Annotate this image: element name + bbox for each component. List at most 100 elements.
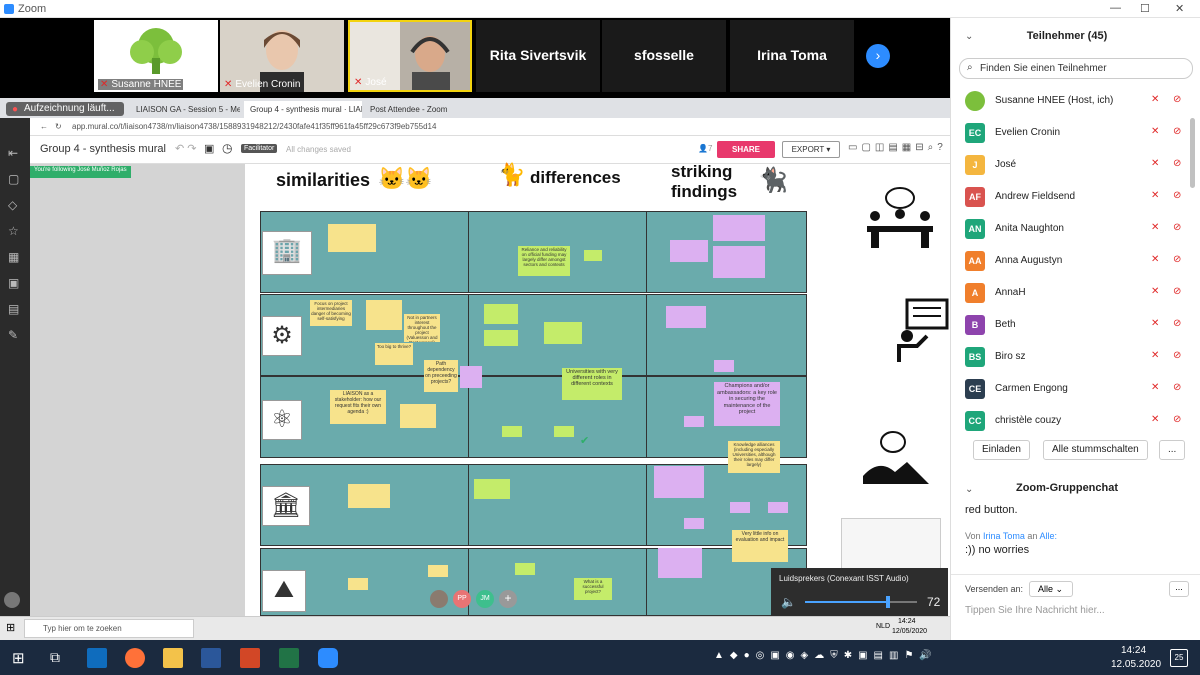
avatar[interactable]: PP — [453, 590, 471, 608]
video-off-icon[interactable]: ⊘ — [1173, 158, 1181, 169]
outlook-icon[interactable] — [87, 648, 107, 668]
board-row[interactable] — [260, 548, 807, 616]
sticky-note[interactable]: Not in partners interest throughout the … — [404, 314, 440, 342]
video-tile[interactable]: ✕ Evelien Cronin — [220, 20, 344, 92]
avatar[interactable] — [430, 590, 448, 608]
speaker-icon[interactable]: 🔈 — [781, 595, 796, 609]
participant-item[interactable]: EC Evelien Cronin ✕ ⊘ — [951, 117, 1191, 149]
video-tile-active[interactable]: ✕ José — [348, 20, 472, 92]
video-tile[interactable]: ✕ Susanne HNEE — [94, 20, 218, 92]
chat-input[interactable]: Tippen Sie Ihre Nachricht hier... — [965, 605, 1105, 616]
video-off-icon[interactable]: ⊘ — [1173, 350, 1181, 361]
sticky-note-icon[interactable]: ▢ — [8, 172, 22, 186]
participant-item[interactable]: AF Andrew Fieldsend ✕ ⊘ — [951, 181, 1191, 213]
participant-item[interactable]: AA Anna Augustyn ✕ ⊘ — [951, 245, 1191, 277]
sticky-note[interactable] — [484, 304, 518, 324]
sticky-note[interactable] — [713, 215, 765, 241]
mural-board-right[interactable] — [821, 164, 950, 616]
avatar[interactable]: JM — [476, 590, 494, 608]
sticky-note[interactable]: Focus on project intermediaries danger o… — [310, 300, 352, 326]
frameworks-icon[interactable]: ▦ — [8, 250, 22, 264]
refresh-icon[interactable]: ↻ — [55, 122, 62, 131]
add-collaborator-button[interactable]: + — [499, 590, 517, 608]
avatar[interactable] — [4, 592, 20, 608]
file-explorer-icon[interactable] — [163, 648, 183, 668]
facilitator-badge[interactable]: Facilitator — [241, 144, 278, 153]
mic-off-icon[interactable]: ✕ — [1151, 414, 1159, 425]
video-off-icon[interactable]: ⊘ — [1173, 94, 1181, 105]
shapes-icon[interactable]: ◇ — [8, 198, 22, 212]
participant-item[interactable]: CC christèle couzy ✕ ⊘ — [951, 405, 1191, 437]
taskbar-search[interactable]: Typ hier om te zoeken — [24, 619, 194, 638]
sticky-note[interactable]: Too big to thrive? — [375, 343, 413, 365]
sticky-note[interactable] — [366, 300, 402, 330]
more-button[interactable]: ... — [1159, 440, 1186, 460]
share-button[interactable]: SHARE — [717, 141, 775, 158]
send-to-select[interactable]: Alle ⌄ — [1029, 581, 1073, 597]
system-tray-icons[interactable]: ▲◆●◎▣◉◈☁⛨✱▣▤▥⚑🔊 — [714, 650, 938, 661]
outline-icon[interactable]: ▣ — [204, 142, 214, 155]
sticky-note[interactable] — [713, 246, 765, 278]
sticky-note[interactable] — [348, 484, 390, 508]
mic-off-icon[interactable]: ✕ — [1151, 190, 1159, 201]
mute-all-button[interactable]: Alle stummschalten — [1043, 440, 1148, 460]
timer-icon[interactable]: ◷ — [222, 141, 232, 155]
mic-off-icon[interactable]: ✕ — [1151, 286, 1159, 297]
sticky-note[interactable] — [544, 322, 582, 344]
participant-item[interactable]: A AnnaH ✕ ⊘ — [951, 277, 1191, 309]
sticky-note[interactable] — [666, 306, 706, 328]
participant-item[interactable]: CE Carmen Engong ✕ ⊘ — [951, 373, 1191, 405]
volume-slider[interactable] — [805, 596, 917, 608]
participant-search-input[interactable]: ⌕ Finden Sie einen Teilnehmer — [959, 58, 1193, 79]
sticky-note[interactable] — [684, 518, 704, 529]
sticky-note[interactable]: Universities with very different roles i… — [562, 368, 622, 400]
video-off-icon[interactable]: ⊘ — [1173, 414, 1181, 425]
url-text[interactable]: app.mural.co/t/liaison4738/m/liaison4738… — [72, 122, 436, 131]
sticky-note[interactable] — [768, 502, 788, 513]
export-button[interactable]: EXPORT ▾ — [782, 141, 840, 158]
sticky-note[interactable]: Very little info on evaluation and impac… — [732, 530, 788, 562]
video-off-icon[interactable]: ⊘ — [1173, 190, 1181, 201]
sticky-note[interactable] — [714, 360, 734, 372]
sticky-note[interactable]: Reliance and reliability on official fun… — [518, 246, 570, 276]
sticky-note[interactable]: Path dependency on preceeding projects? — [424, 360, 458, 392]
sticky-note[interactable] — [654, 466, 704, 498]
windows-start-icon[interactable]: ⊞ — [6, 621, 15, 634]
mic-off-icon[interactable]: ✕ — [1151, 318, 1159, 329]
header-striking-findings[interactable]: striking findings — [671, 162, 751, 202]
sticky-note[interactable] — [730, 502, 750, 513]
collapse-icon[interactable]: ⇤ — [8, 146, 22, 160]
back-icon[interactable]: ← — [40, 122, 48, 131]
close-icon[interactable]: ✕ — [1175, 2, 1184, 15]
sticky-note[interactable] — [348, 578, 368, 590]
icons-icon[interactable]: ☆ — [8, 224, 22, 238]
browser-tab[interactable]: LIAISON GA - Session 5 - Mente — [130, 101, 240, 118]
undo-icon[interactable]: ↶ ↷ — [175, 142, 197, 155]
mic-off-icon[interactable]: ✕ — [1151, 126, 1159, 137]
recording-indicator[interactable]: ● Aufzeichnung läuft... — [6, 102, 124, 116]
sticky-note[interactable] — [400, 404, 436, 428]
scrollbar[interactable] — [1190, 118, 1195, 188]
sticky-note[interactable]: What is a successful project? — [574, 578, 612, 600]
toolbar-icons[interactable]: ▭▢◫▤▦⊟⌕? — [848, 142, 947, 153]
sticky-note[interactable] — [554, 426, 574, 437]
sticky-note[interactable] — [584, 250, 602, 261]
header-similarities[interactable]: similarities — [276, 170, 370, 191]
sticky-note[interactable]: LIAISON as a stakeholder: how our reques… — [330, 390, 386, 424]
mic-off-icon[interactable]: ✕ — [1151, 222, 1159, 233]
sticky-note[interactable]: Champions and/or ambassadors: a key role… — [714, 382, 780, 426]
next-page-button[interactable]: › — [866, 44, 890, 68]
images-icon[interactable]: ▣ — [8, 276, 22, 290]
sticky-note[interactable] — [670, 240, 708, 262]
video-off-icon[interactable]: ⊘ — [1173, 126, 1181, 137]
mic-off-icon[interactable]: ✕ — [1151, 158, 1159, 169]
participant-item[interactable]: J José ✕ ⊘ — [951, 149, 1191, 181]
video-tile[interactable]: Rita Sivertsvik — [476, 20, 600, 92]
mic-off-icon[interactable]: ✕ — [1151, 350, 1159, 361]
address-bar[interactable]: ← ↻ app.mural.co/t/liaison4738/m/liaison… — [30, 118, 950, 136]
sticky-note[interactable] — [515, 563, 535, 575]
participant-item[interactable]: Susanne HNEE (Host, ich) ✕ ⊘ — [951, 85, 1191, 117]
excel-icon[interactable] — [279, 648, 299, 668]
header-differences[interactable]: differences — [530, 168, 621, 188]
sticky-note[interactable] — [474, 479, 510, 499]
